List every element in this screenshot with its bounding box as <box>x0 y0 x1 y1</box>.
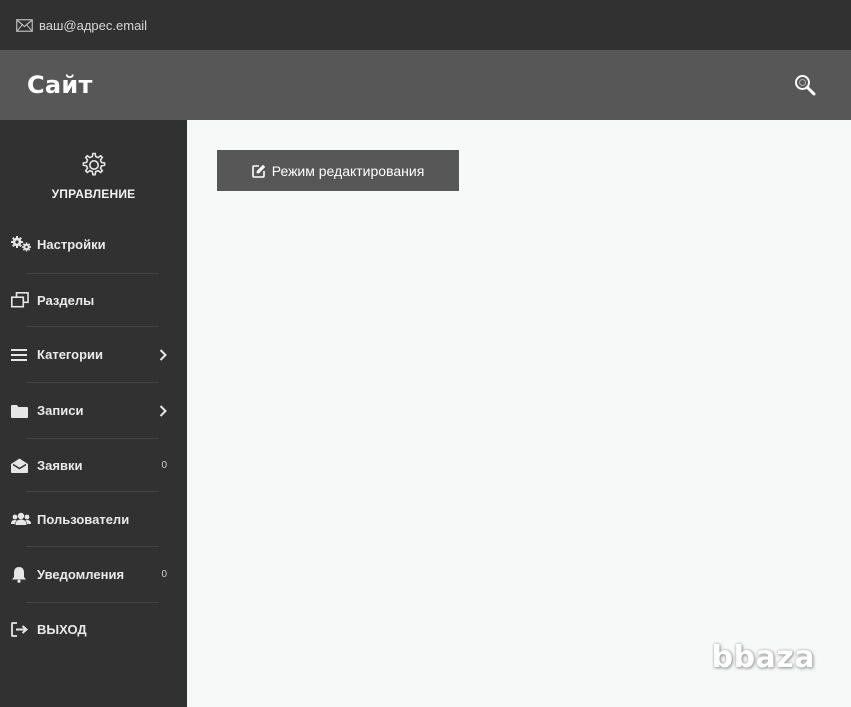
sidebar-item-posts[interactable]: Записи <box>0 383 187 438</box>
chevron-right-icon <box>159 348 167 361</box>
contact-email[interactable]: ваш@адрес.email <box>39 18 147 33</box>
main-content: Режим редактирования bbaza <box>187 120 851 707</box>
sidebar-item-sections[interactable]: Разделы <box>0 274 187 326</box>
search-icon[interactable] <box>794 74 816 96</box>
windows-icon <box>11 291 33 309</box>
sidebar-item-label: Заявки <box>37 457 83 473</box>
watermark-logo: bbaza <box>711 640 815 675</box>
sidebar-item-settings[interactable]: Настройки <box>0 215 187 273</box>
folder-icon <box>11 402 33 420</box>
notifications-count-badge: 0 <box>161 569 167 580</box>
sidebar-item-label: Категории <box>37 347 104 362</box>
bell-icon <box>11 566 33 584</box>
top-bar: ваш@адрес.email <box>0 0 851 50</box>
sidebar-item-categories[interactable]: Категории <box>0 327 187 382</box>
list-icon <box>11 346 33 364</box>
sidebar-item-label: Записи <box>37 403 84 418</box>
sidebar-item-users[interactable]: Пользователи <box>0 492 187 546</box>
sidebar-menu: Настройки Разделы Категории Записи Заявк… <box>0 215 187 656</box>
sign-out-icon <box>11 621 33 639</box>
sidebar-item-requests[interactable]: Заявки 0 <box>0 439 187 491</box>
edit-mode-label: Режим редактирования <box>271 162 425 179</box>
requests-count-badge: 0 <box>161 459 167 471</box>
sidebar: УПРАВЛЕНИЕ Настройки Разделы Категории З… <box>0 120 187 707</box>
sidebar-item-label: Уведомления <box>37 567 125 582</box>
management-label: УПРАВЛЕНИЕ <box>51 187 136 201</box>
gear-icon <box>79 150 109 180</box>
site-title[interactable]: Сайт <box>27 71 93 99</box>
sidebar-item-label: Настройки <box>37 236 106 252</box>
envelope-open-icon <box>11 456 33 474</box>
edit-icon <box>251 164 266 178</box>
sidebar-item-label: ВЫХОД <box>37 622 87 637</box>
envelope-icon <box>16 18 33 32</box>
sidebar-item-label: Пользователи <box>37 511 130 527</box>
sidebar-item-logout[interactable]: ВЫХОД <box>0 603 187 656</box>
gears-icon <box>11 235 33 253</box>
chevron-right-icon <box>159 404 167 417</box>
site-header: Сайт <box>0 50 851 120</box>
edit-mode-button[interactable]: Режим редактирования <box>217 150 459 191</box>
sidebar-item-notifications[interactable]: Уведомления 0 <box>0 547 187 602</box>
sidebar-item-label: Разделы <box>37 292 95 308</box>
users-icon <box>11 510 33 528</box>
management-header: УПРАВЛЕНИЕ <box>0 120 187 216</box>
